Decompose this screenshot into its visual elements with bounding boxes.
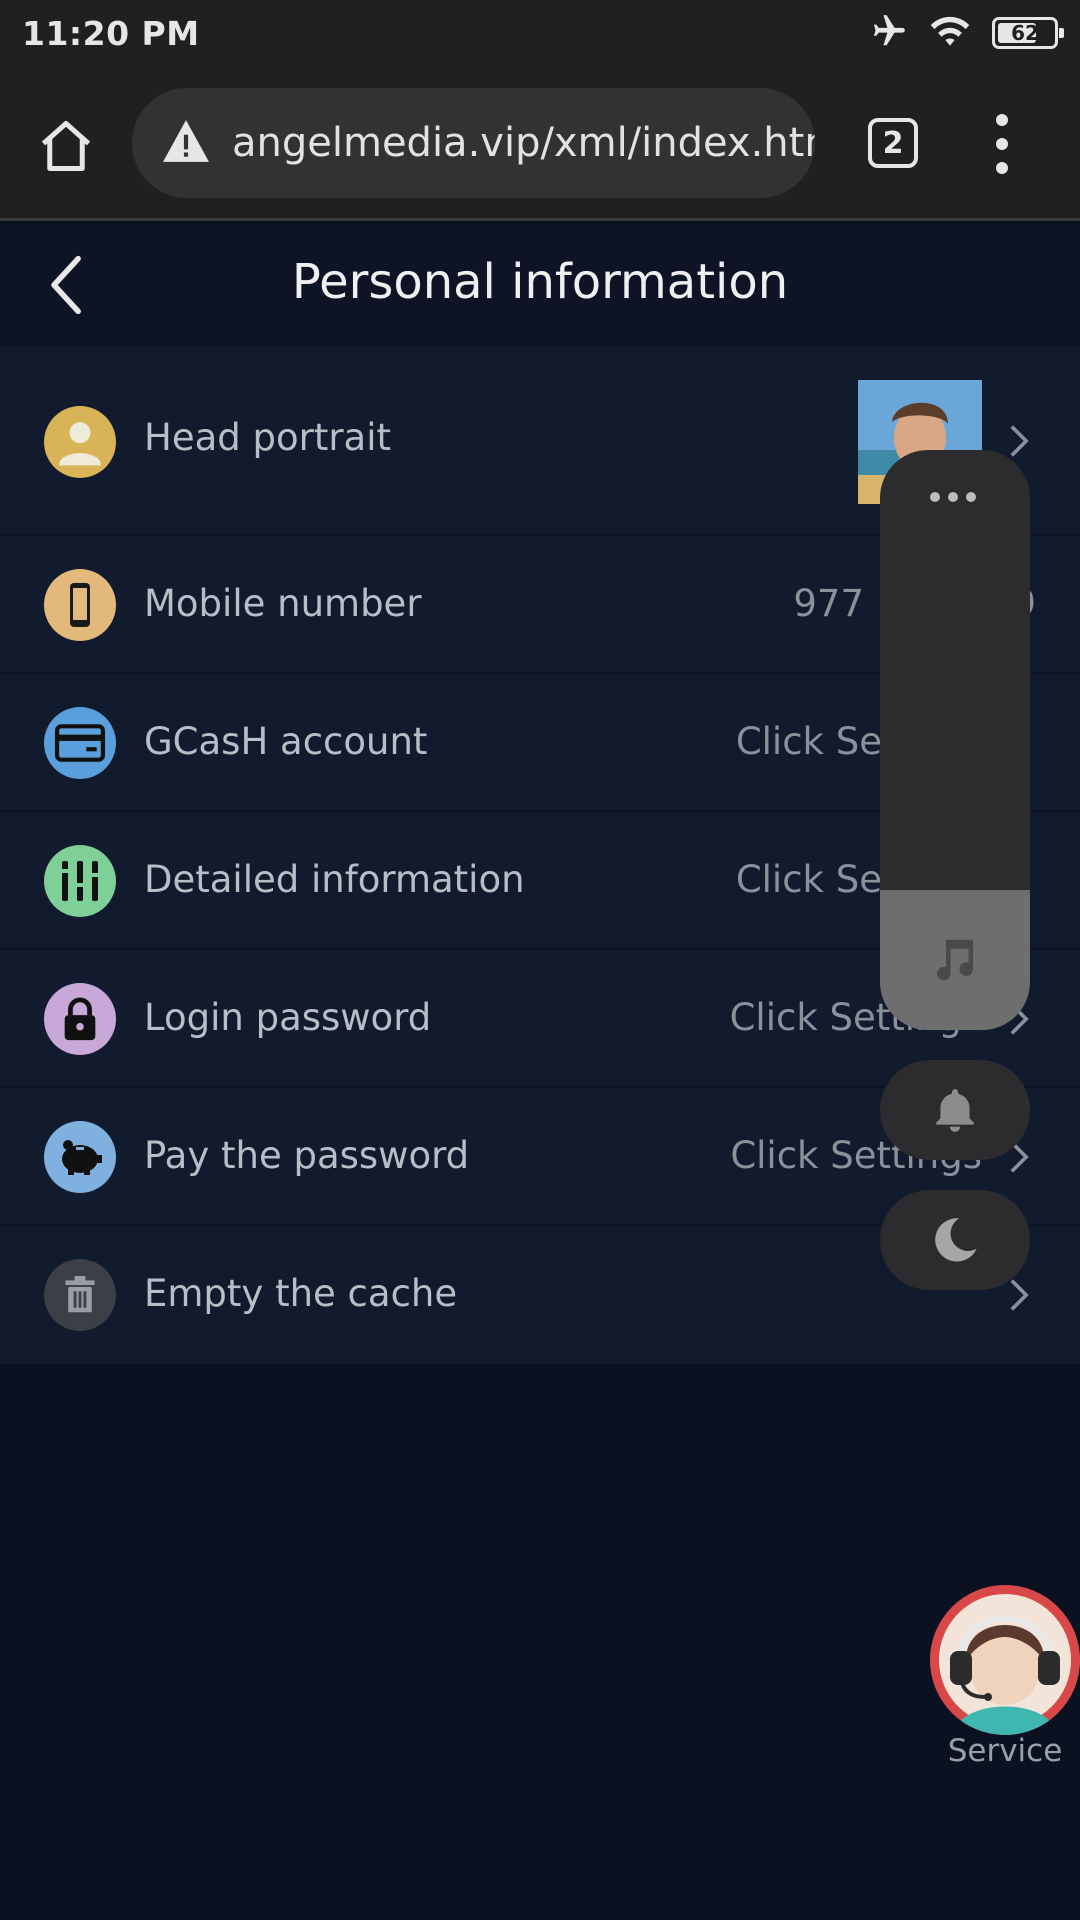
- phone-icon: [44, 569, 116, 641]
- row-label: Head portrait: [144, 416, 392, 459]
- moon-icon[interactable]: [880, 1190, 1030, 1290]
- piggy-bank-icon: [44, 1121, 116, 1193]
- battery-icon: 62: [992, 17, 1064, 49]
- airplane-icon: [870, 12, 908, 54]
- warning-icon[interactable]: [160, 118, 212, 168]
- more-horizontal-icon[interactable]: [930, 492, 976, 502]
- sliders-icon: [44, 845, 116, 917]
- page-title: Personal information: [291, 254, 789, 310]
- customer-service-button[interactable]: Service: [930, 1585, 1080, 1770]
- bell-icon[interactable]: [880, 1060, 1030, 1160]
- status-bar: 11:20 PM 62: [0, 0, 1080, 66]
- lock-icon: [44, 983, 116, 1055]
- battery-level: 62: [1011, 21, 1039, 45]
- wifi-icon: [928, 12, 972, 54]
- music-note-icon[interactable]: [880, 890, 1030, 1030]
- row-value: 977: [793, 582, 864, 625]
- status-icons: 62: [870, 12, 1064, 54]
- card-icon: [44, 707, 116, 779]
- page-header: Personal information: [0, 224, 1080, 346]
- address-bar[interactable]: angelmedia.vip/xml/index.htm: [132, 88, 815, 198]
- chevron-right-icon: [1008, 1277, 1030, 1313]
- service-label[interactable]: Service: [930, 1733, 1080, 1769]
- row-label: GCasH account: [144, 720, 428, 763]
- browser-toolbar: angelmedia.vip/xml/index.htm 2: [0, 66, 1080, 221]
- floating-toolbar[interactable]: [880, 450, 1030, 1030]
- home-icon[interactable]: [36, 116, 96, 176]
- row-label: Pay the password: [144, 1134, 470, 1177]
- row-label: Detailed information: [144, 858, 525, 901]
- row-value: Click Se: [735, 858, 882, 901]
- customer-service-agent-icon[interactable]: [930, 1585, 1080, 1735]
- trash-icon: [44, 1259, 116, 1331]
- status-time: 11:20 PM: [22, 13, 200, 53]
- more-vertical-icon[interactable]: [988, 114, 1016, 174]
- tab-count: 2: [882, 125, 904, 161]
- row-value: Click Se: [735, 720, 882, 763]
- url-text[interactable]: angelmedia.vip/xml/index.htm: [232, 120, 815, 166]
- row-label: Login password: [144, 996, 432, 1039]
- user-silhouette-icon: [44, 406, 116, 478]
- chevron-right-icon: [1008, 423, 1030, 459]
- row-label: Mobile number: [144, 582, 422, 625]
- tabs-icon[interactable]: 2: [868, 118, 918, 168]
- row-label: Empty the cache: [144, 1272, 458, 1315]
